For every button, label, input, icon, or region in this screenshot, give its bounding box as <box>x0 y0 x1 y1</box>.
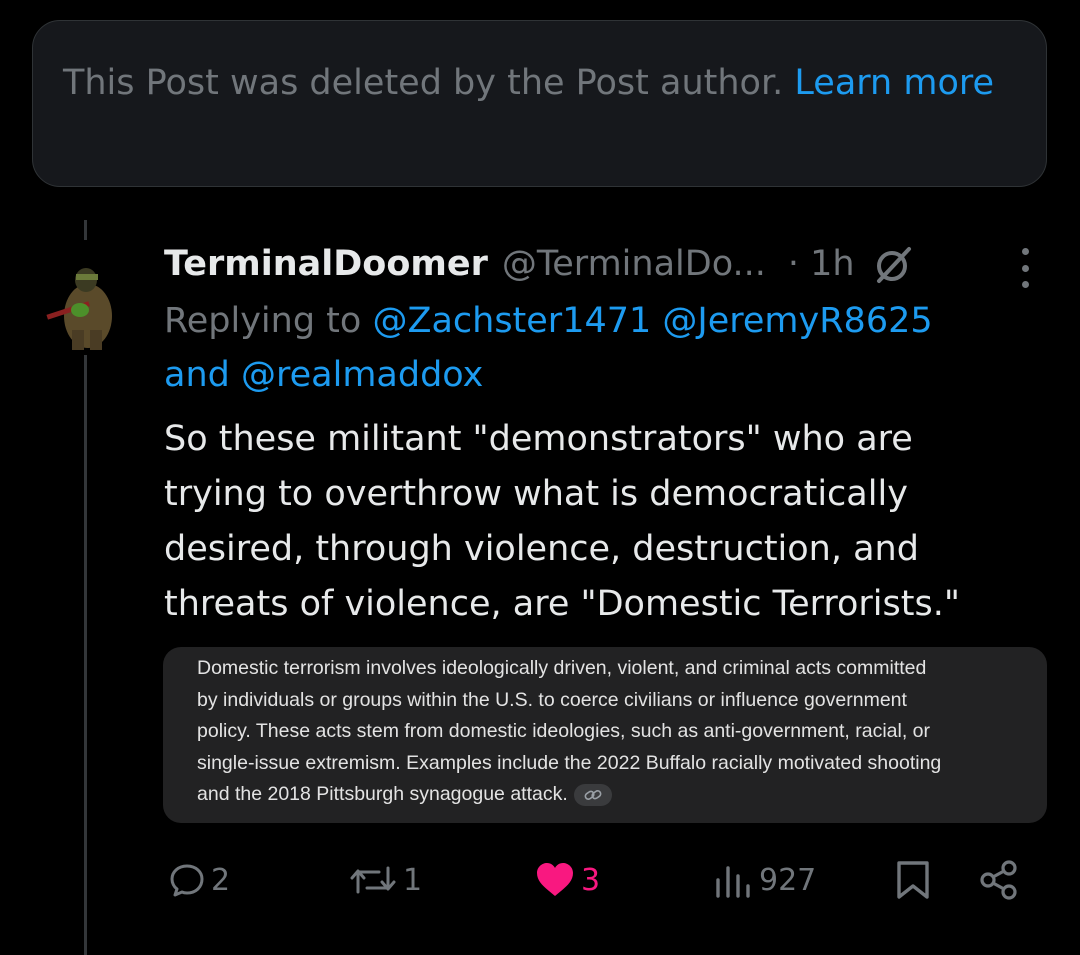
deleted-post-text: This Post was deleted by the Post author… <box>63 63 784 103</box>
thread-connector <box>84 355 87 955</box>
more-icon[interactable] <box>1010 248 1040 288</box>
bookmark-button[interactable] <box>895 855 931 905</box>
replying-to-label: Replying to <box>164 301 362 341</box>
link-icon <box>573 783 612 806</box>
quote-line: Domestic terrorism involves ideologicall… <box>197 657 927 679</box>
repost-count: 1 <box>403 862 423 898</box>
views-count: 927 <box>759 862 817 898</box>
avatar[interactable] <box>36 258 132 354</box>
display-name[interactable]: TerminalDoomer <box>164 244 488 284</box>
deleted-post-notice: This Post was deleted by the Post author… <box>32 20 1047 187</box>
like-button[interactable]: 3 <box>535 855 600 905</box>
timestamp[interactable]: · 1h <box>788 244 855 284</box>
tweet-text-line: threats of violence, are "Domestic Terro… <box>164 584 960 624</box>
tweet-text-line: So these militant "demonstrators" who ar… <box>164 419 913 459</box>
views-icon <box>713 862 753 898</box>
views-button[interactable]: 927 <box>713 855 816 905</box>
share-button[interactable] <box>979 855 1019 905</box>
tweet-text: So these militant "demonstrators" who ar… <box>164 412 1064 632</box>
attached-image[interactable]: Domestic terrorism involves ideologicall… <box>163 647 1047 823</box>
reply-button[interactable]: 2 <box>169 855 230 905</box>
quote-line-last: and the 2018 Pittsburgh synagogue attack… <box>197 779 1027 811</box>
reply-count: 2 <box>211 862 231 898</box>
tweet-text-line: trying to overthrow what is democratical… <box>164 474 908 514</box>
share-icon <box>979 860 1019 900</box>
replying-to: Replying to @Zachster1471 @JeremyR8625 a… <box>164 294 1044 402</box>
quote-line: policy. These acts stem from domestic id… <box>197 720 931 742</box>
mention-link[interactable]: @JeremyR8625 <box>662 301 932 341</box>
user-handle[interactable]: @TerminalDo... <box>502 244 766 284</box>
like-count: 3 <box>581 862 601 898</box>
quote-line: and the 2018 Pittsburgh synagogue attack… <box>197 783 568 805</box>
slashed-circle-icon[interactable] <box>873 243 915 285</box>
tweet-header: TerminalDoomer @TerminalDo... · 1h <box>164 236 915 292</box>
thread-connector-top <box>84 220 87 240</box>
mention-link[interactable]: @Zachster1471 <box>372 301 651 341</box>
heart-icon <box>535 862 575 898</box>
mention-link[interactable]: @realmaddox <box>241 355 483 395</box>
learn-more-link[interactable]: Learn more <box>794 63 994 103</box>
tweet-text-line: desired, through violence, destruction, … <box>164 529 919 569</box>
quote-line: single-issue extremism. Examples include… <box>197 751 942 774</box>
repost-button[interactable]: 1 <box>349 855 422 905</box>
and-label: and <box>164 355 230 395</box>
action-bar: 2 1 3 927 <box>165 855 1035 905</box>
reply-icon <box>169 862 205 898</box>
repost-icon <box>349 862 397 898</box>
bookmark-icon <box>895 860 931 900</box>
quote-line: by individuals or groups within the U.S.… <box>197 688 907 711</box>
